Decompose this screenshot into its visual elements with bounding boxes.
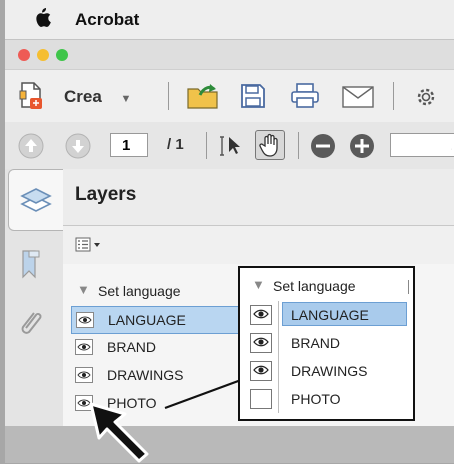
navigation-toolbar: / 1 — [5, 122, 454, 170]
eye-icon — [77, 371, 91, 379]
callout-group-row: ▼ Set language — [240, 272, 413, 300]
column-divider — [278, 357, 279, 385]
callout-layer-label: LANGUAGE — [282, 302, 407, 326]
save-icon[interactable] — [240, 83, 266, 114]
settings-gear-icon[interactable] — [415, 86, 437, 113]
app-window: Acrobat Crea ▼ 1 / 1 1 Layers ▼ Set lang… — [5, 0, 454, 463]
layer-group-label: Set language — [98, 283, 181, 299]
eye-icon — [253, 365, 269, 375]
visibility-toggle — [250, 361, 272, 381]
callout-group-label: Set language — [273, 278, 356, 294]
layers-panel-header: Layers — [63, 169, 454, 226]
eye-icon — [253, 309, 269, 319]
pointer-arrow-icon — [89, 402, 149, 463]
menu-bar: Acrobat — [5, 0, 454, 39]
eye-icon — [77, 343, 91, 351]
visibility-toggle[interactable] — [75, 339, 93, 355]
layer-row[interactable]: DRAWINGS — [71, 362, 247, 388]
layers-zoom-callout: ▼ Set language LANGUAGE BRAND DRAWINGS PHOT… — [238, 266, 415, 421]
column-divider — [278, 385, 279, 413]
apple-logo-icon[interactable] — [35, 7, 51, 32]
disclosure-triangle-icon[interactable]: ▼ — [77, 282, 90, 297]
column-divider — [278, 329, 279, 357]
create-label: Crea — [64, 87, 102, 106]
zoom-input[interactable] — [390, 133, 454, 157]
callout-layer-label: BRAND — [291, 335, 341, 351]
layers-options-bar — [63, 226, 454, 264]
close-button[interactable] — [18, 49, 30, 61]
panel-title: Layers — [75, 184, 137, 205]
eye-icon — [253, 337, 269, 347]
print-icon[interactable] — [290, 83, 320, 114]
bookmarks-icon[interactable] — [20, 249, 42, 284]
chevron-down-icon: ▼ — [120, 93, 132, 105]
toolbar-divider — [298, 132, 299, 159]
toolbar-divider — [393, 82, 394, 110]
page-down-icon[interactable] — [65, 133, 91, 164]
toolbar-divider — [206, 132, 207, 159]
callout-layer-label: DRAWINGS — [291, 363, 368, 379]
zoom-in-icon[interactable] — [349, 133, 375, 164]
create-button[interactable]: Crea ▼ — [64, 87, 131, 107]
visibility-toggle[interactable] — [75, 367, 93, 383]
toolbar-divider — [168, 82, 169, 110]
create-pdf-icon[interactable] — [17, 81, 45, 116]
open-folder-icon[interactable] — [186, 81, 220, 116]
title-bar — [5, 39, 454, 70]
callout-layer-label: PHOTO — [291, 391, 341, 407]
column-divider — [408, 280, 409, 294]
layer-label: DRAWINGS — [107, 367, 184, 383]
callout-layer-row: LANGUAGE — [240, 301, 413, 329]
visibility-toggle[interactable] — [76, 312, 94, 328]
disclosure-triangle-icon: ▼ — [252, 277, 265, 292]
layer-group-row[interactable]: ▼ Set language — [71, 278, 247, 304]
visibility-toggle — [250, 389, 272, 409]
eye-icon — [78, 316, 92, 324]
minimize-button[interactable] — [37, 49, 49, 61]
page-total: / 1 — [167, 136, 184, 153]
zoom-button[interactable] — [56, 49, 68, 61]
select-tool-icon[interactable] — [219, 134, 245, 163]
app-name[interactable]: Acrobat — [75, 10, 139, 30]
attachments-icon[interactable] — [18, 307, 44, 342]
callout-layer-row: BRAND — [240, 329, 413, 357]
layers-icon — [20, 185, 52, 220]
email-icon[interactable] — [342, 86, 374, 113]
main-toolbar: Crea ▼ — [5, 69, 454, 123]
layer-options-icon[interactable] — [75, 237, 105, 258]
visibility-toggle — [250, 333, 272, 353]
zoom-out-icon[interactable] — [310, 133, 336, 164]
layers-tab[interactable] — [8, 169, 64, 231]
callout-layer-row: PHOTO — [240, 385, 413, 413]
page-up-icon[interactable] — [18, 133, 44, 164]
page-number-input[interactable] — [110, 133, 148, 157]
visibility-toggle — [250, 305, 272, 325]
hand-tool-icon[interactable] — [255, 130, 285, 160]
layer-label: LANGUAGE — [108, 312, 186, 328]
layer-row[interactable]: BRAND — [71, 334, 247, 360]
column-divider — [278, 301, 279, 329]
layer-row[interactable]: LANGUAGE — [71, 306, 249, 334]
window-bottom — [5, 426, 454, 463]
callout-layer-row: DRAWINGS — [240, 357, 413, 385]
layer-label: BRAND — [107, 339, 157, 355]
